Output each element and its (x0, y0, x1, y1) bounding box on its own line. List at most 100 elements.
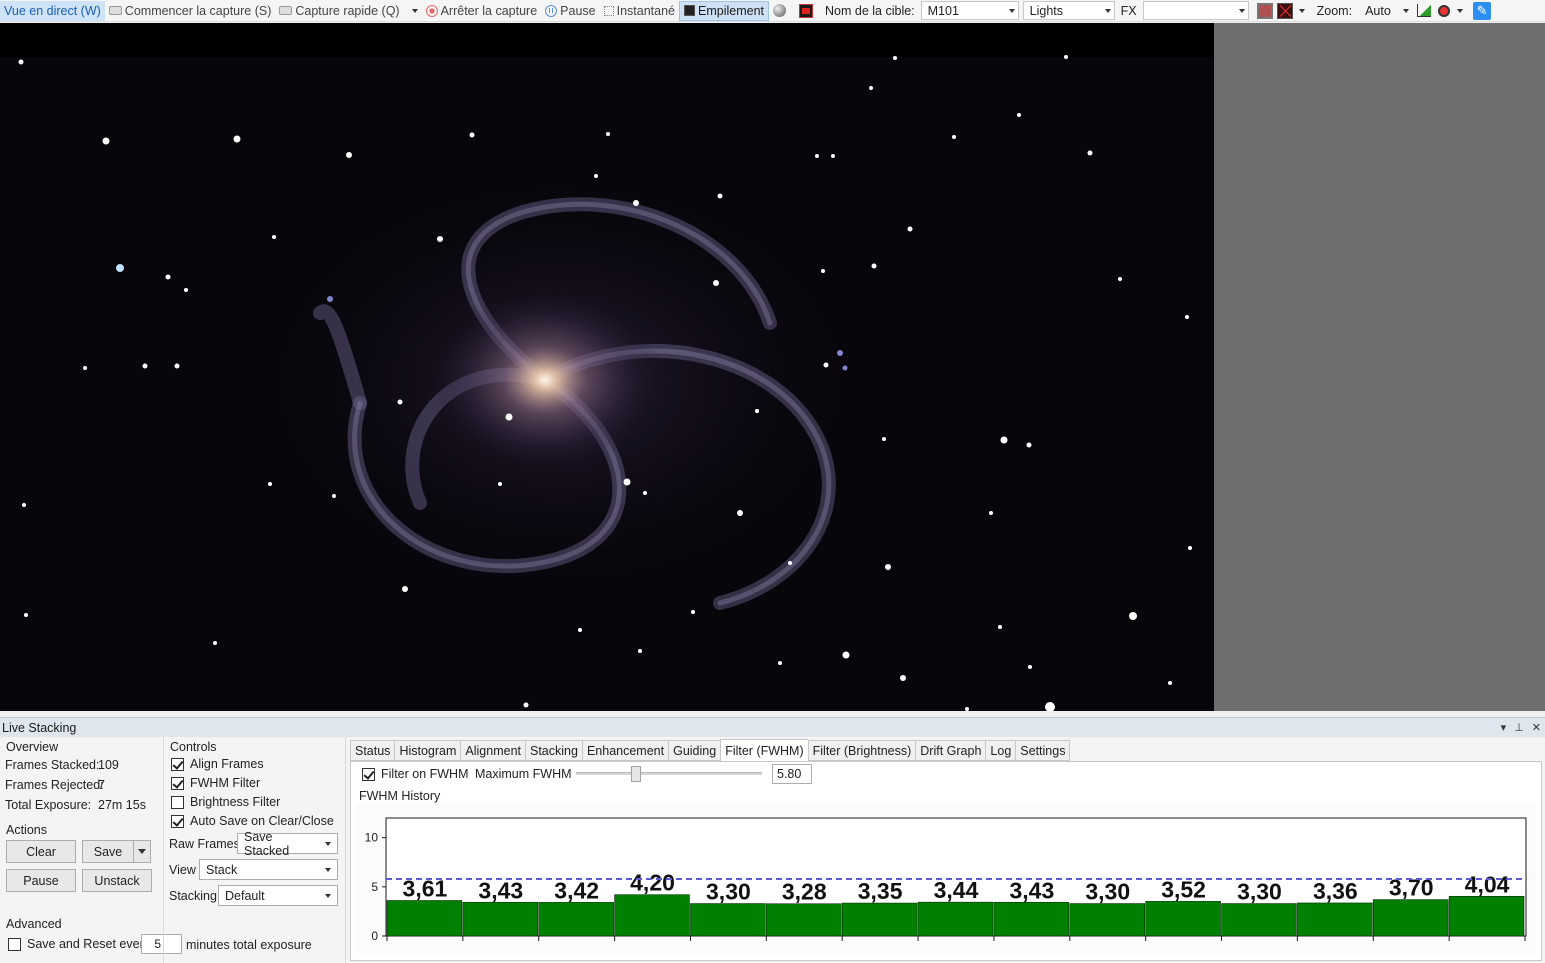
align-frames-checkbox[interactable]: Align Frames (171, 757, 264, 771)
tab-filter-brightness[interactable]: Filter (Brightness) (807, 740, 916, 761)
stacking-button[interactable]: Empilement (679, 0, 770, 21)
fwhm-filter-checkbox-box[interactable] (171, 776, 184, 790)
bar-value-label: 4,20 (630, 870, 675, 896)
quick-capture-dropdown[interactable] (404, 1, 422, 21)
stop-capture-button[interactable]: Arrêter la capture (422, 1, 542, 21)
max-fwhm-slider[interactable] (576, 772, 762, 775)
overview-title: Overview (6, 740, 59, 754)
chevron-down-icon[interactable] (1298, 8, 1305, 13)
save-reset-stepper[interactable]: 5 (141, 934, 182, 954)
tab-log[interactable]: Log (985, 740, 1016, 761)
fwhm-filter-label: FWHM Filter (190, 776, 261, 790)
align-frames-checkbox-box[interactable] (171, 757, 184, 771)
fx-combo[interactable] (1142, 1, 1249, 20)
record-icon[interactable] (799, 3, 814, 18)
fwhm-bar (993, 901, 1070, 937)
chevron-down-icon (138, 849, 146, 854)
tab-filter-fwhm[interactable]: Filter (FWHM) (720, 739, 808, 762)
clear-display-icon[interactable] (1276, 2, 1293, 19)
filter-on-fwhm-checkbox[interactable]: Filter on FWHM (362, 767, 469, 781)
galaxy-image (0, 23, 1214, 711)
fwhm-bar (1069, 903, 1145, 937)
quick-capture-button[interactable]: Capture rapide (Q) (275, 1, 403, 21)
frame-type-combo[interactable]: Lights (1022, 1, 1115, 20)
clear-button[interactable]: Clear (6, 840, 76, 863)
pin-icon[interactable]: ⊥ (1514, 721, 1524, 734)
stacking-combo[interactable]: Default (218, 885, 338, 906)
bar-value-label: 4,04 (1465, 871, 1510, 897)
chevron-down-icon (1104, 8, 1111, 13)
fwhm-bar (1372, 899, 1449, 937)
fwhm-history-title: FWHM History (359, 789, 441, 803)
live-view-button[interactable]: Vue en direct (W) (0, 0, 105, 21)
raw-frames-combo[interactable]: Save Stacked (237, 830, 338, 858)
tab-stacking[interactable]: Stacking (525, 740, 582, 761)
tab-enhancement[interactable]: Enhancement (581, 740, 669, 761)
unstack-button[interactable]: Unstack (82, 869, 152, 892)
chevron-down-icon (325, 867, 331, 872)
frames-stacked-value: 109 (98, 758, 119, 772)
save-reset-checkbox-box[interactable] (8, 937, 21, 951)
bar-value-label: 3,43 (478, 877, 523, 903)
tab-status[interactable]: Status (350, 740, 395, 761)
target-name-label: Nom de la cible: (825, 3, 915, 18)
tab-settings[interactable]: Settings (1015, 740, 1071, 761)
brightness-filter-label: Brightness Filter (190, 795, 281, 809)
start-capture-label: Commencer la capture (S) (124, 3, 272, 18)
fwhm-bar (1145, 901, 1221, 937)
brightness-filter-checkbox-box[interactable] (171, 795, 184, 809)
fwhm-bar (614, 894, 690, 937)
brightness-filter-checkbox[interactable]: Brightness Filter (171, 795, 280, 809)
auto-save-checkbox-box[interactable] (171, 814, 184, 828)
stacking-label: Empilement (698, 3, 765, 18)
chevron-down-icon (1008, 8, 1015, 13)
bar-value-label: 3,30 (1237, 879, 1282, 905)
auto-save-checkbox[interactable]: Auto Save on Clear/Close (171, 814, 334, 828)
controls-title: Controls (170, 740, 217, 754)
sphere-icon[interactable] (773, 4, 787, 17)
max-fwhm-slider-thumb[interactable] (630, 766, 641, 782)
start-capture-button[interactable]: Commencer la capture (S) (105, 1, 276, 21)
magnifier-icon[interactable] (1438, 4, 1451, 17)
save-dropdown-button[interactable] (133, 840, 151, 863)
stacked-image-view[interactable] (0, 23, 1214, 711)
close-icon[interactable]: ✕ (1532, 721, 1541, 734)
fwhm-filter-checkbox[interactable]: FWHM Filter (171, 776, 260, 790)
total-exposure-value: 27m 15s (98, 798, 146, 812)
panel-menu-icon[interactable]: ▾ (1501, 721, 1507, 734)
y-tick-label: 10 (365, 831, 379, 845)
save-reset-suffix: minutes total exposure (186, 938, 312, 952)
bar-value-label: 3,28 (782, 879, 827, 905)
camera-icon (279, 6, 293, 15)
auto-save-label: Auto Save on Clear/Close (190, 814, 334, 828)
chevron-down-icon (325, 893, 331, 898)
save-reset-checkbox[interactable]: Save and Reset every (8, 937, 150, 951)
tools-icon[interactable]: ✎ (1473, 1, 1492, 20)
fwhm-bar (1448, 895, 1525, 937)
chevron-down-icon[interactable] (1457, 8, 1464, 13)
tab-drift-graph[interactable]: Drift Graph (915, 740, 986, 761)
filter-on-fwhm-checkbox-box[interactable] (362, 767, 375, 781)
tab-histogram[interactable]: Histogram (394, 740, 461, 761)
bar-value-label: 3,30 (706, 879, 751, 905)
histogram-icon[interactable] (1417, 4, 1432, 17)
advanced-title: Advanced (6, 917, 62, 931)
save-button[interactable]: Save (82, 840, 134, 863)
pause-button[interactable]: Pause (6, 869, 76, 892)
bar-value-label: 3,35 (858, 878, 903, 904)
bar-value-label: 3,36 (1313, 878, 1358, 904)
zoom-combo[interactable]: Auto (1358, 1, 1413, 20)
divider (163, 737, 164, 963)
tab-alignment[interactable]: Alignment (460, 740, 525, 761)
pause-capture-label: Pause (560, 3, 596, 18)
stop-capture-label: Arrêter la capture (440, 3, 538, 18)
target-name-combo[interactable]: M101 (920, 1, 1019, 20)
view-combo[interactable]: Stack (199, 859, 338, 880)
max-fwhm-input[interactable]: 5.80 (772, 764, 812, 784)
color-square-icon[interactable] (1256, 2, 1273, 19)
camera-icon (108, 6, 122, 15)
snapshot-button[interactable]: Instantané (600, 1, 679, 21)
pause-capture-button[interactable]: Pause (541, 1, 599, 21)
view-value: Stack (206, 862, 238, 877)
tab-guiding[interactable]: Guiding (668, 740, 721, 761)
